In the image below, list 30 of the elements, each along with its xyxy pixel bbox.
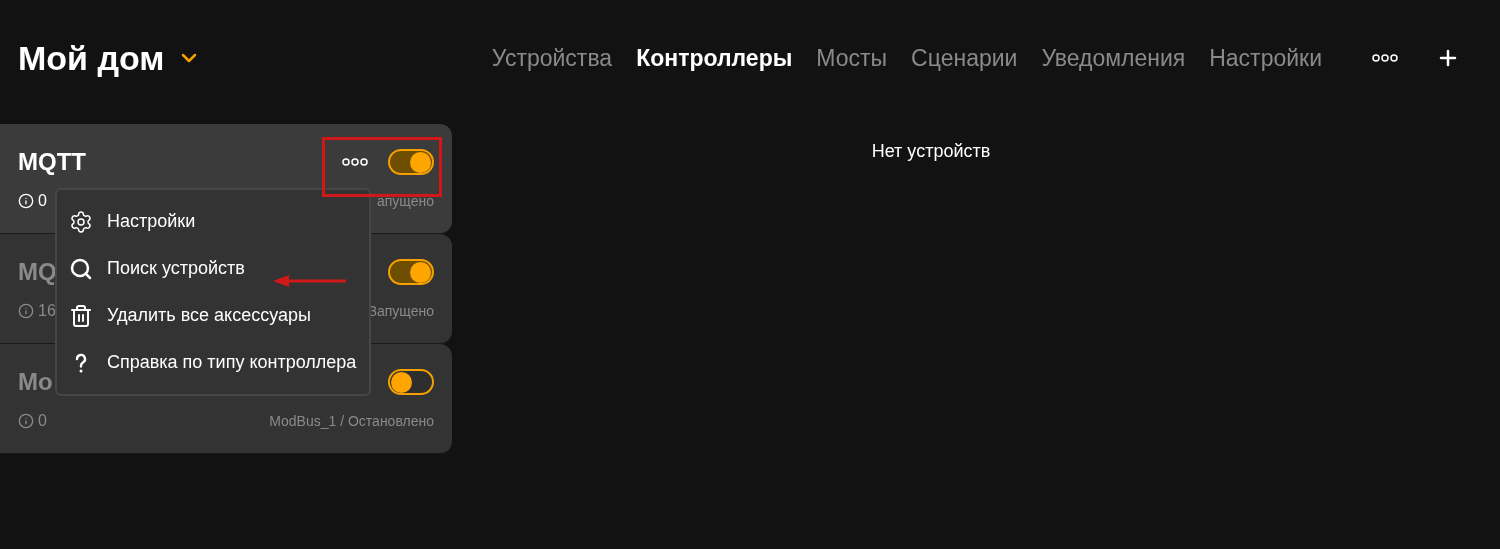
nav-tab[interactable]: Устройства xyxy=(491,40,613,76)
more-icon[interactable] xyxy=(1372,54,1398,62)
controller-status: Запущено xyxy=(368,301,434,321)
device-count: 0 xyxy=(38,191,47,211)
controller-title: MQTT xyxy=(18,147,86,177)
toggle-switch[interactable] xyxy=(388,259,434,285)
empty-message: Нет устройств xyxy=(871,140,991,163)
more-icon[interactable] xyxy=(342,158,368,166)
info-icon xyxy=(18,413,34,429)
gear-icon xyxy=(69,209,93,234)
controller-title: MQ xyxy=(18,257,57,287)
nav-tab[interactable]: Сценарии xyxy=(911,40,1018,76)
toggle-switch[interactable] xyxy=(388,369,434,395)
nav-tab[interactable]: Контроллеры xyxy=(636,40,793,76)
info-icon xyxy=(18,193,34,209)
trash-icon xyxy=(69,303,93,328)
search-icon xyxy=(69,256,93,281)
nav-tab[interactable]: Уведомления xyxy=(1041,40,1186,76)
info-icon xyxy=(18,303,34,319)
nav-tab[interactable]: Настройки xyxy=(1209,40,1322,76)
nav-tab[interactable]: Мосты xyxy=(816,40,888,76)
controller-title: Mo xyxy=(18,367,53,397)
device-count: 16 xyxy=(38,301,56,321)
controller-status: ModBus_1 / Остановлено xyxy=(269,411,434,431)
device-count: 0 xyxy=(38,411,47,431)
toggle-switch[interactable] xyxy=(388,149,434,175)
menu-item[interactable]: Удалить все аксессуары xyxy=(57,292,369,339)
menu-item[interactable]: Поиск устройств xyxy=(57,245,369,292)
controller-status: апущено xyxy=(376,191,434,211)
home-title: Мой дом xyxy=(18,37,165,79)
